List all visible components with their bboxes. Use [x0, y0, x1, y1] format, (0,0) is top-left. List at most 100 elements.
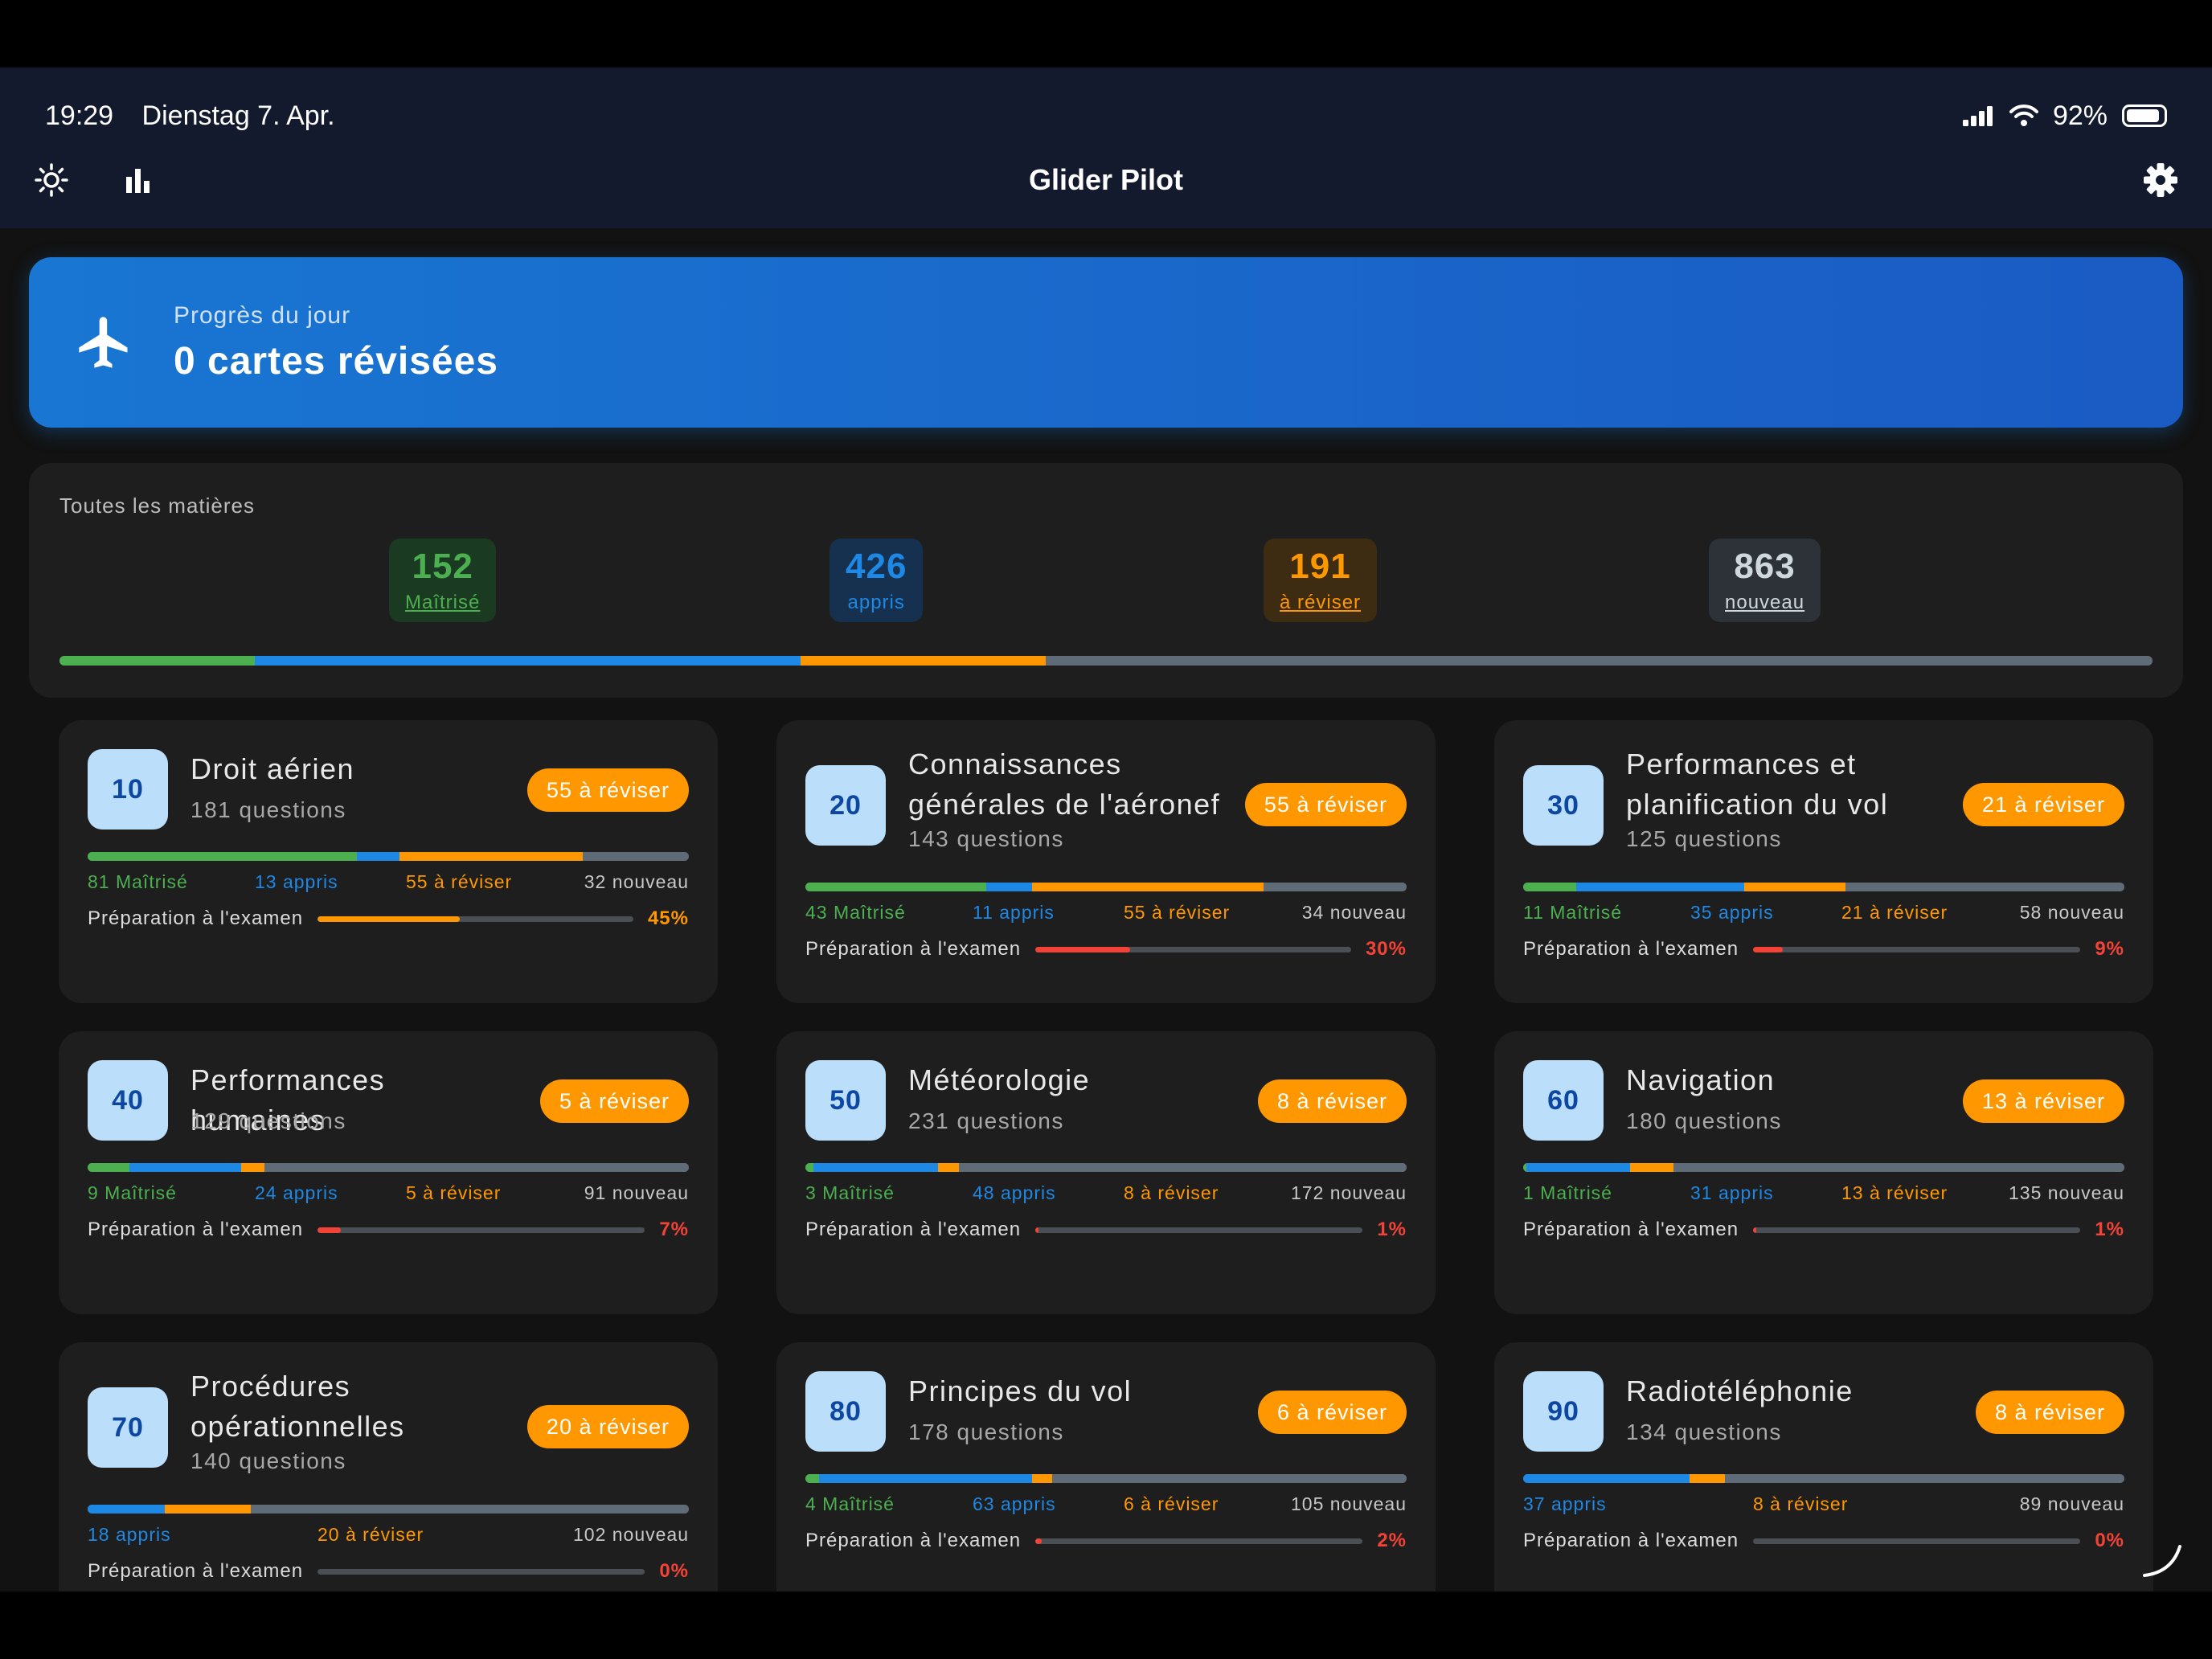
- exam-preparation-fill: [317, 1227, 341, 1233]
- review-badge[interactable]: 55 à réviser: [526, 768, 689, 812]
- sun-icon: [35, 163, 68, 197]
- legend-mastered: 43 Maîtrisé: [805, 902, 906, 923]
- exam-preparation-label: Préparation à l'examen: [1523, 1530, 1739, 1551]
- main-content[interactable]: Progrès du jour 0 cartes révisées Toutes…: [0, 228, 2212, 1591]
- progress-segment-new: [582, 852, 689, 861]
- subject-question-count: 134 questions: [1626, 1419, 1782, 1444]
- bottom-bezel: [0, 1591, 2212, 1659]
- review-badge[interactable]: 21 à réviser: [1962, 783, 2124, 826]
- exam-preparation-row: Préparation à l'examen 30%: [805, 937, 1407, 961]
- status-right: 92%: [1962, 100, 2167, 132]
- summary-segment-learned: [254, 656, 801, 666]
- stat-learned[interactable]: 426 appris: [830, 539, 924, 622]
- stat-review[interactable]: 191 à réviser: [1264, 539, 1378, 622]
- subject-card[interactable]: 10 Droit aérien 181 questions 55 à réviser 8…: [59, 720, 718, 1003]
- review-badge[interactable]: 55 à réviser: [1244, 783, 1407, 826]
- review-badge[interactable]: 6 à réviser: [1257, 1391, 1407, 1434]
- legend-new: 102 nouveau: [572, 1524, 689, 1545]
- exam-preparation-row: Préparation à l'examen 0%: [88, 1559, 689, 1583]
- progress-segment-review: [938, 1163, 960, 1172]
- stat-new[interactable]: 863 nouveau: [1709, 539, 1821, 622]
- subject-card[interactable]: 20 Connaissances générales de l'aéronef 14…: [776, 720, 1436, 1003]
- subject-code: 40: [88, 1060, 168, 1141]
- exam-preparation-fill: [1753, 1227, 1757, 1233]
- legend-learned: 11 appris: [973, 902, 1055, 923]
- theme-toggle-button[interactable]: [32, 161, 71, 199]
- progress-segment-review: [241, 1163, 265, 1172]
- progress-segment-new: [1673, 1163, 2124, 1172]
- battery-fill: [2127, 109, 2159, 122]
- review-badge[interactable]: 5 à réviser: [539, 1079, 689, 1123]
- exam-preparation-label: Préparation à l'examen: [805, 1219, 1022, 1240]
- progress-segment-learned: [1523, 1474, 1690, 1483]
- stat-review-label: à réviser: [1280, 592, 1362, 613]
- progress-segment-review: [165, 1505, 251, 1514]
- review-badge[interactable]: 8 à réviser: [1975, 1391, 2124, 1434]
- legend-learned: 31 appris: [1690, 1182, 1774, 1203]
- legend-review: 21 à réviser: [1841, 902, 1948, 923]
- subject-name: Procédures opérationnelles: [190, 1370, 405, 1443]
- stat-learned-value: 426: [846, 547, 907, 586]
- daily-progress-card: Progrès du jour 0 cartes révisées: [29, 257, 2183, 428]
- review-badge[interactable]: 13 à réviser: [1962, 1079, 2124, 1123]
- review-badge[interactable]: 8 à réviser: [1257, 1079, 1407, 1123]
- subject-card[interactable]: 90 Radiotéléphonie 134 questions 8 à révise…: [1494, 1342, 2153, 1591]
- legend-mastered: 81 Maîtrisé: [88, 871, 188, 892]
- subject-card[interactable]: 30 Performances et planification du vol 12…: [1494, 720, 2153, 1003]
- exam-preparation-row: Préparation à l'examen 2%: [805, 1529, 1407, 1553]
- subject-name: Principes du vol: [908, 1374, 1133, 1407]
- exam-preparation-track: [1035, 1227, 1363, 1233]
- daily-progress-text: Progrès du jour 0 cartes révisées: [174, 302, 498, 383]
- subject-question-count: 178 questions: [908, 1419, 1064, 1444]
- subject-progress-bar: [1523, 883, 2124, 891]
- legend-new: 105 nouveau: [1290, 1493, 1407, 1514]
- exam-preparation-percent: 1%: [1377, 1219, 1407, 1240]
- status-left: 19:29 Dienstag 7. Apr.: [45, 100, 356, 132]
- legend-mastered: 11 Maîtrisé: [1523, 902, 1623, 923]
- exam-preparation-track: [1035, 946, 1351, 952]
- progress-segment-new: [959, 1163, 1407, 1172]
- exam-preparation-track: [317, 916, 633, 922]
- exam-preparation-row: Préparation à l'examen 0%: [1523, 1529, 2124, 1553]
- exam-preparation-percent: 2%: [1377, 1530, 1407, 1551]
- legend-review: 20 à réviser: [317, 1524, 424, 1545]
- subject-card[interactable]: 50 Météorologie 231 questions 8 à réviser 3 …: [776, 1031, 1436, 1314]
- statistics-button[interactable]: [119, 161, 158, 199]
- progress-segment-review: [1629, 1163, 1673, 1172]
- exam-preparation-label: Préparation à l'examen: [805, 1530, 1022, 1551]
- exam-preparation-row: Préparation à l'examen 45%: [88, 907, 689, 931]
- subject-name: Radiotéléphonie: [1626, 1374, 1854, 1407]
- legend-learned: 37 appris: [1523, 1493, 1607, 1514]
- subject-progress-bar: [88, 1163, 689, 1172]
- progress-segment-mastered: [805, 883, 986, 891]
- subject-card[interactable]: 70 Procédures opérationnelles 140 question…: [59, 1342, 718, 1591]
- legend-mastered: 3 Maîtrisé: [805, 1182, 895, 1203]
- progress-segment-new: [1264, 883, 1407, 891]
- subject-card[interactable]: 40 Performances humaines 129 questions 5 à …: [59, 1031, 718, 1314]
- summary-segment-mastered: [59, 656, 255, 666]
- subject-name: Droit aérien: [190, 752, 355, 785]
- progress-segment-mastered: [1523, 883, 1576, 891]
- wifi-icon: [2009, 104, 2038, 126]
- exam-preparation-row: Préparation à l'examen 1%: [805, 1218, 1407, 1242]
- stat-mastered[interactable]: 152 Maîtrisé: [389, 539, 497, 622]
- review-badge[interactable]: 20 à réviser: [526, 1405, 689, 1448]
- legend-learned: 24 appris: [255, 1182, 338, 1203]
- legend-new: 32 nouveau: [584, 871, 689, 892]
- settings-button[interactable]: [2141, 161, 2180, 199]
- subject-card[interactable]: 60 Navigation 180 questions 13 à réviser 1 M…: [1494, 1031, 2153, 1314]
- progress-segment-review: [1031, 1474, 1052, 1483]
- subject-name: Connaissances générales de l'aéronef: [908, 748, 1221, 821]
- exam-preparation-row: Préparation à l'examen 9%: [1523, 937, 2124, 961]
- subject-code: 20: [805, 765, 886, 846]
- progress-segment-new: [264, 1163, 689, 1172]
- exam-preparation-label: Préparation à l'examen: [805, 938, 1022, 960]
- progress-segment-mastered: [805, 1474, 819, 1483]
- legend-review: 55 à réviser: [1124, 902, 1231, 923]
- subject-question-count: 143 questions: [908, 826, 1064, 851]
- cellular-signal-icon: [1962, 106, 1993, 126]
- progress-segment-mastered: [805, 1163, 813, 1172]
- progress-segment-new: [251, 1505, 689, 1514]
- subject-card[interactable]: 80 Principes du vol 178 questions 6 à révis…: [776, 1342, 1436, 1591]
- legend-new: 172 nouveau: [1290, 1182, 1407, 1203]
